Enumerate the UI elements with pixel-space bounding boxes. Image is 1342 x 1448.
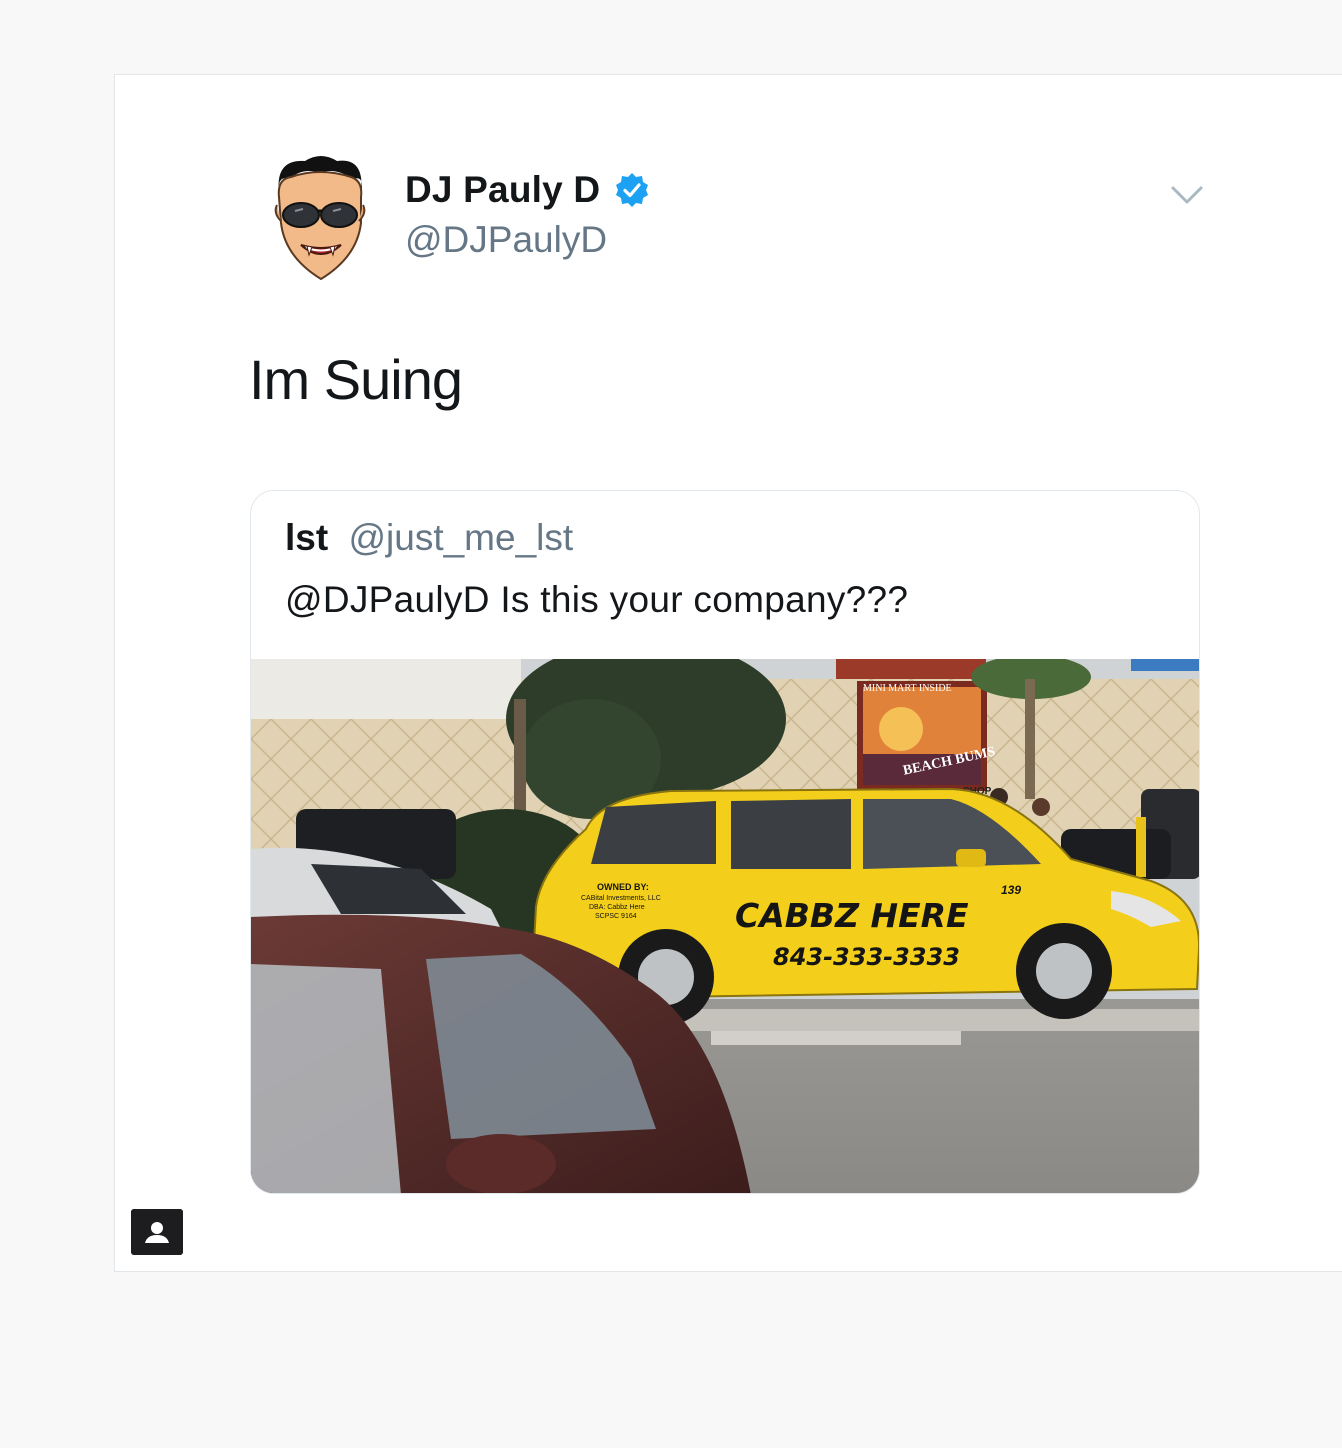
owned-by-line-4: SCPSC 9164 (595, 913, 637, 920)
quoted-tweet[interactable]: lst @just_me_lst @DJPaulyD Is this your … (250, 490, 1200, 1194)
author-name[interactable]: DJ Pauly D (405, 169, 600, 211)
profile-badge-icon[interactable] (131, 1209, 183, 1255)
quoted-tweet-photo[interactable]: MINI MART INSIDE BEACH BUMS SHOP CABBZ H… (251, 659, 1200, 1194)
van-phone-text: 843-333-3333 (773, 943, 960, 971)
author-name-row[interactable]: DJ Pauly D (405, 169, 650, 211)
owned-by-line-2: CABital Investments, LLC (581, 895, 661, 902)
quoted-author-name[interactable]: lst (285, 517, 328, 558)
store-banner-text: MINI MART INSIDE (863, 683, 952, 694)
chevron-down-icon[interactable] (1167, 179, 1207, 209)
quoted-author[interactable]: lst @just_me_lst (285, 517, 573, 559)
verified-badge-icon (616, 173, 649, 207)
avatar[interactable] (265, 153, 375, 285)
owned-by-line-1: OWNED BY: (597, 882, 649, 892)
owned-by-line-3: DBA: Cabbz Here (589, 904, 645, 911)
van-brand-text: CABBZ HERE (735, 896, 969, 935)
tweet-card: DJ Pauly D @DJPaulyD Im Suing lst @just_… (114, 74, 1342, 1272)
tweet-text: Im Suing (249, 348, 463, 411)
store-window: MINI MART INSIDE BEACH BUMS (857, 681, 997, 791)
quoted-tweet-text: @DJPaulyD Is this your company??? (285, 579, 909, 620)
van-number-text: 139 (1001, 883, 1021, 897)
author-handle[interactable]: @DJPaulyD (405, 219, 607, 261)
quoted-author-handle[interactable]: @just_me_lst (348, 517, 573, 558)
